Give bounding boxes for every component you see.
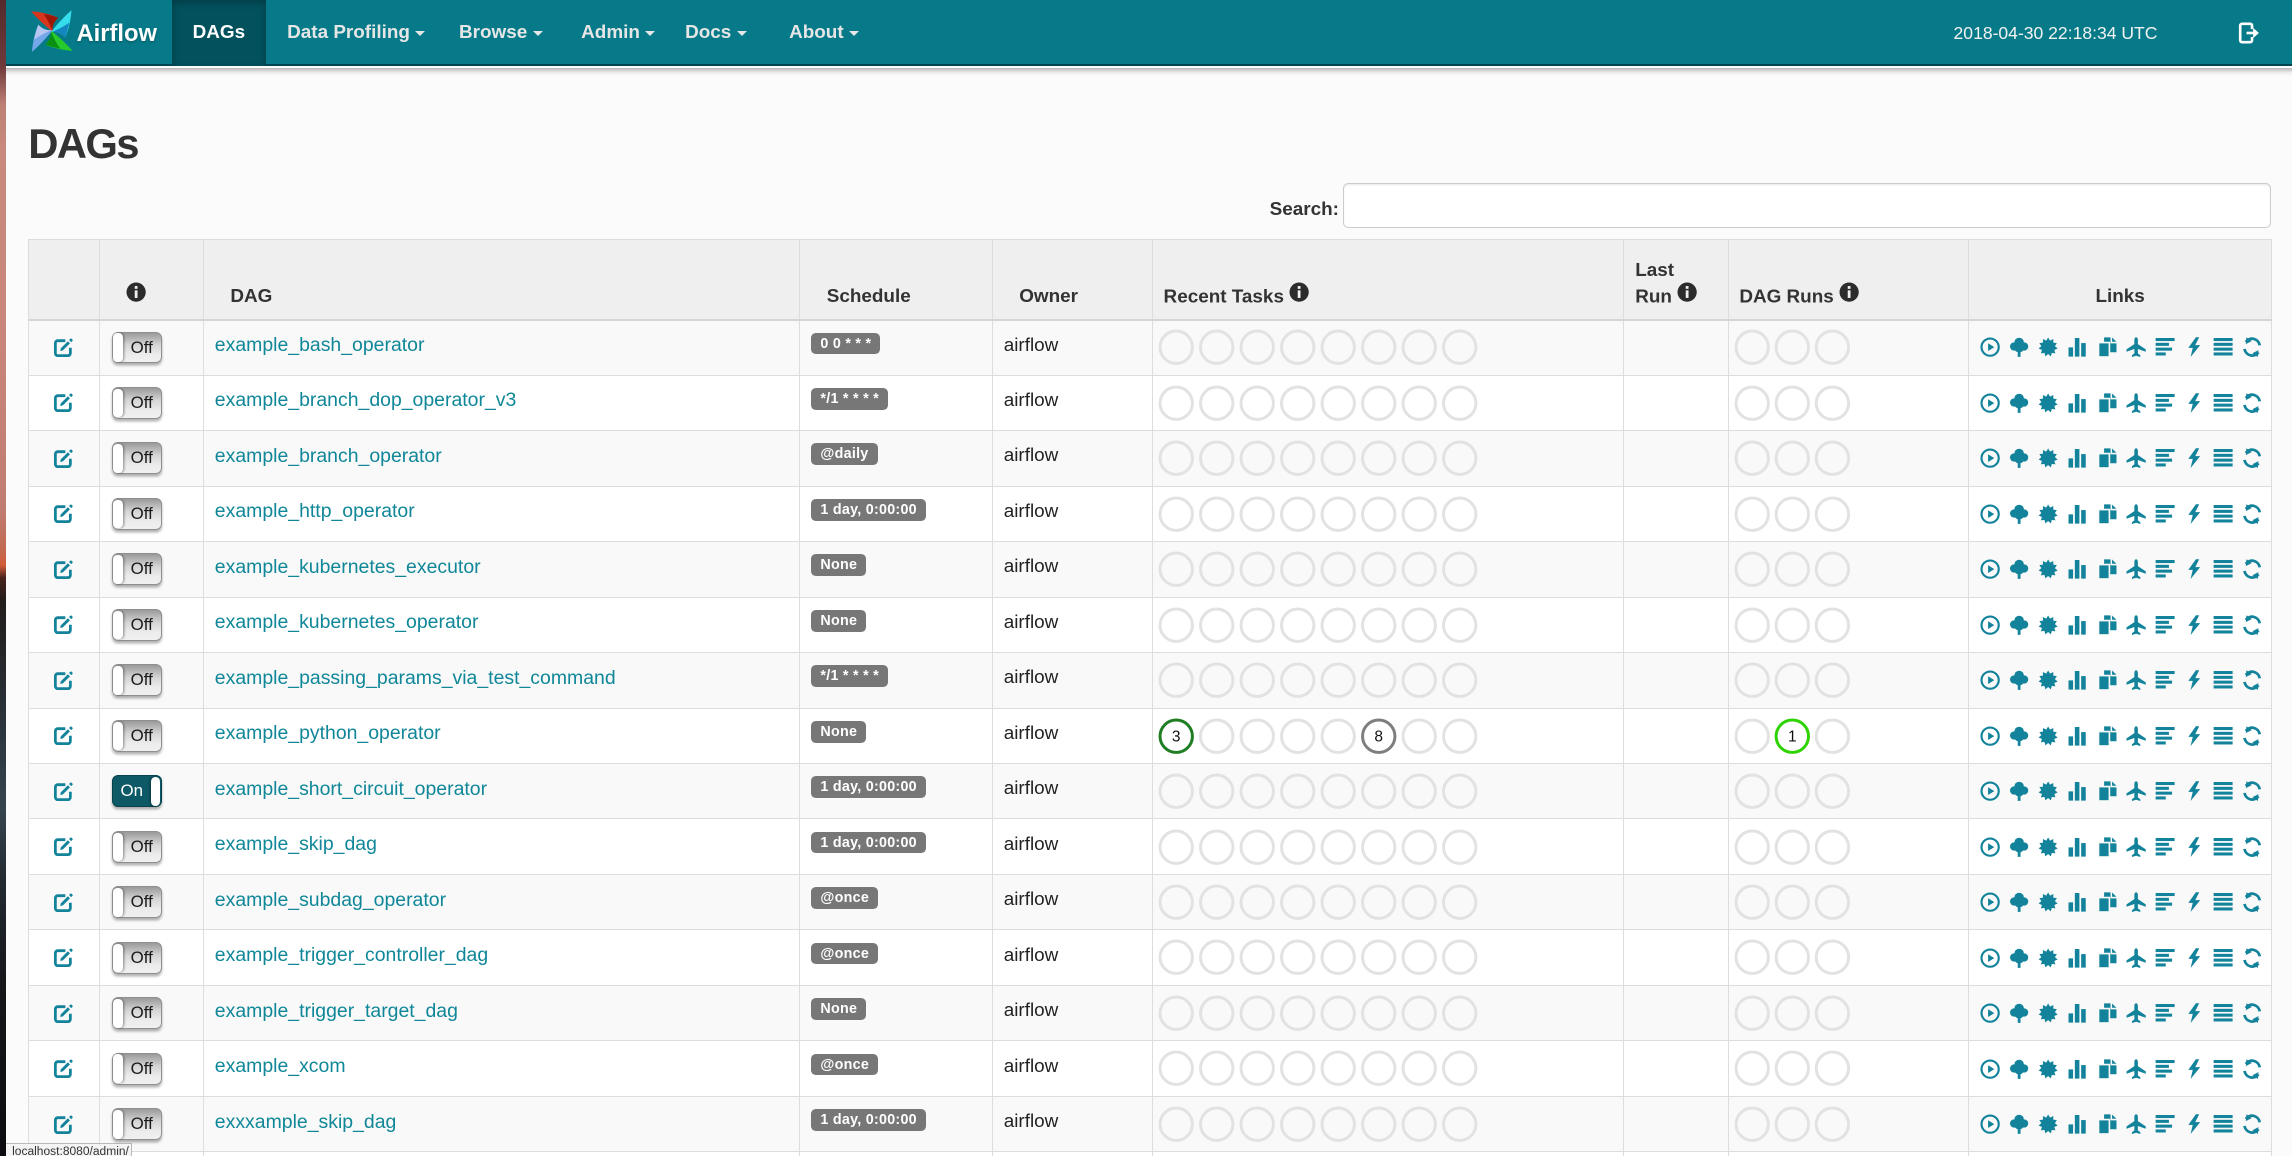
svg-text:8: 8 <box>1375 728 1384 745</box>
svg-text:3: 3 <box>1172 728 1181 745</box>
svg-text:1: 1 <box>1788 728 1797 745</box>
